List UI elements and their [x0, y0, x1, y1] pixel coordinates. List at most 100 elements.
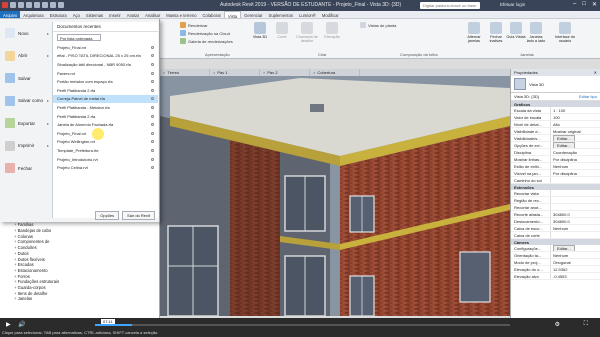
app-menu-item-4[interactable]: Exportar ▸: [0, 112, 52, 135]
text-icon[interactable]: [58, 2, 64, 8]
open-icon[interactable]: [10, 2, 16, 8]
property-value[interactable]: Nenhum: [551, 252, 600, 258]
property-value[interactable]: Por disciplina: [551, 170, 600, 176]
property-value[interactable]: Mostrar original: [551, 128, 600, 134]
instance-selector[interactable]: Vista 3D: {3D} Editar tipo: [511, 93, 600, 101]
property-value[interactable]: 100: [551, 114, 600, 120]
ribbon-tab-12[interactable]: Suplementos: [266, 11, 296, 18]
ribbon-tab-0[interactable]: Arquivo: [0, 11, 21, 18]
recent-file-item[interactable]: Correja-Painel de metal.rfa: [53, 94, 158, 104]
close-tab-icon[interactable]: ×: [313, 70, 315, 75]
ribbon-tab-3[interactable]: Aço: [70, 11, 83, 18]
pin-icon[interactable]: [151, 148, 154, 152]
exit-revit-button[interactable]: Sair do Revit: [122, 211, 155, 220]
app-menu-item-1[interactable]: Abrir ▸: [0, 45, 52, 68]
pin-icon[interactable]: [151, 157, 154, 161]
recent-file-item[interactable]: Projeto Wellington.rvt: [53, 138, 158, 147]
recent-file-item[interactable]: Pavers.rvt: [53, 69, 158, 78]
property-value[interactable]: Nenhum: [551, 225, 600, 231]
property-value[interactable]: Editar...: [551, 142, 600, 148]
app-menu-item-3[interactable]: Salvar como ▸: [0, 90, 52, 113]
property-value[interactable]: [551, 190, 600, 196]
close-tab-icon[interactable]: ×: [163, 70, 165, 75]
ribbon-tab-9[interactable]: Colaborar: [200, 11, 224, 18]
app-menu-item-5[interactable]: Imprimir ▸: [0, 135, 52, 158]
recent-file-item[interactable]: eftal - PISO TATIL DIRECIONAL 25 x 25 cm…: [53, 52, 158, 61]
pin-icon[interactable]: [151, 45, 154, 49]
property-value[interactable]: 304800.0: [551, 218, 600, 224]
property-value[interactable]: [551, 177, 600, 183]
pin-icon[interactable]: [151, 166, 154, 170]
edit-type-button[interactable]: Editar tipo: [579, 94, 597, 99]
fullscreen-icon[interactable]: ⛶: [584, 321, 588, 328]
recent-file-item[interactable]: Projeto_Final.rvt: [53, 129, 158, 138]
pin-icon[interactable]: [151, 62, 154, 66]
type-selector[interactable]: Vista 3D: [511, 76, 600, 93]
minimize-icon[interactable]: –: [573, 1, 576, 8]
pin-icon[interactable]: [151, 71, 154, 75]
settings-icon[interactable]: ⚙: [555, 321, 560, 328]
maximize-icon[interactable]: □: [582, 1, 586, 8]
sort-dropdown[interactable]: Por lista ordenada: [57, 34, 101, 41]
close-inactive-button[interactable]: Fechar inativas: [486, 22, 506, 44]
pin-icon[interactable]: [151, 54, 154, 58]
ribbon-tab-13[interactable]: Lumion®: [296, 11, 319, 18]
recent-file-item[interactable]: Template_Prefeitura.rte: [53, 146, 158, 155]
property-value[interactable]: 1 : 100: [551, 107, 600, 113]
ribbon-tab-4[interactable]: Sistemas: [83, 11, 106, 18]
ribbon-tab-1[interactable]: Arquitetura: [20, 11, 46, 18]
ribbon-tab-8[interactable]: Massa e terreno: [163, 11, 199, 18]
switch-windows-button[interactable]: Alternar janelas: [464, 22, 484, 44]
recent-file-item[interactable]: Projeto Celina.rvt: [53, 163, 158, 172]
recent-file-item[interactable]: Projeto_Final.rvt: [53, 43, 158, 52]
property-value[interactable]: Alto: [551, 121, 600, 127]
tab-views-button[interactable]: Guia Vistas: [506, 22, 526, 39]
pin-icon[interactable]: [151, 88, 154, 92]
measure-icon[interactable]: [50, 2, 56, 8]
user-interface-button[interactable]: Interface do usuário: [552, 22, 578, 44]
view-tab-2[interactable]: × Pav 2: [260, 69, 310, 76]
ribbon-tab-7[interactable]: Analisar: [142, 11, 163, 18]
3d-viewport[interactable]: [160, 76, 510, 316]
close-icon[interactable]: ✕: [592, 1, 597, 8]
print-icon[interactable]: [42, 2, 48, 8]
ribbon-tab-2[interactable]: Estrutura: [47, 11, 70, 18]
recent-file-item[interactable]: Portão metalon com espaço.rfa: [53, 77, 158, 86]
volume-icon[interactable]: 🔊: [18, 321, 25, 328]
render-button[interactable]: Renderizar: [180, 22, 233, 28]
recent-file-item[interactable]: Perfil Platibanda - Metalon.rfa: [53, 103, 158, 112]
ribbon-tab-6[interactable]: Anotar: [124, 11, 142, 18]
save-icon[interactable]: [18, 2, 24, 8]
pin-icon[interactable]: [151, 131, 154, 135]
property-value[interactable]: Por disciplina: [551, 156, 600, 162]
ribbon-tab-10[interactable]: Vista: [223, 11, 242, 19]
options-button[interactable]: Opções: [95, 211, 120, 220]
recent-file-item[interactable]: Perfil Platibanda 2.rfa: [53, 86, 158, 95]
callout-button[interactable]: Chamada de detalhe: [294, 22, 320, 44]
play-icon[interactable]: ▶: [6, 321, 11, 328]
property-value[interactable]: Editar...: [551, 245, 600, 251]
browser-node[interactable]: Janelas: [0, 296, 159, 302]
pin-icon[interactable]: [151, 123, 154, 127]
property-value[interactable]: [551, 204, 600, 210]
view3d-button[interactable]: Vista 3D: [250, 22, 270, 39]
app-menu-item-0[interactable]: Novo ▸: [0, 22, 52, 45]
video-progress-track[interactable]: [95, 324, 510, 326]
recent-file-item[interactable]: Sinalização tátil direcional - NBR 9050.…: [53, 60, 158, 69]
property-value[interactable]: -0.4553: [551, 273, 600, 279]
property-value[interactable]: Coordenação: [551, 149, 600, 155]
recent-file-item[interactable]: Perfil Platibanda 2.rfa: [53, 112, 158, 121]
pin-icon[interactable]: [151, 114, 154, 118]
property-value[interactable]: Ortogonal: [551, 259, 600, 265]
elevation-button[interactable]: Elevação: [322, 22, 342, 39]
pin-icon[interactable]: [151, 80, 154, 84]
property-value[interactable]: [551, 232, 600, 238]
pin-icon[interactable]: [151, 97, 154, 101]
search-input[interactable]: Digitar palavra-chave ou frase: [420, 2, 480, 9]
property-value[interactable]: Nenhum: [551, 163, 600, 169]
view-tab-3[interactable]: × Cobertura: [310, 69, 360, 76]
view-tab-0[interactable]: × Térreo: [160, 69, 210, 76]
pin-icon[interactable]: [151, 105, 154, 109]
view-tab-1[interactable]: × Pav 1: [210, 69, 260, 76]
redo-icon[interactable]: [34, 2, 40, 8]
